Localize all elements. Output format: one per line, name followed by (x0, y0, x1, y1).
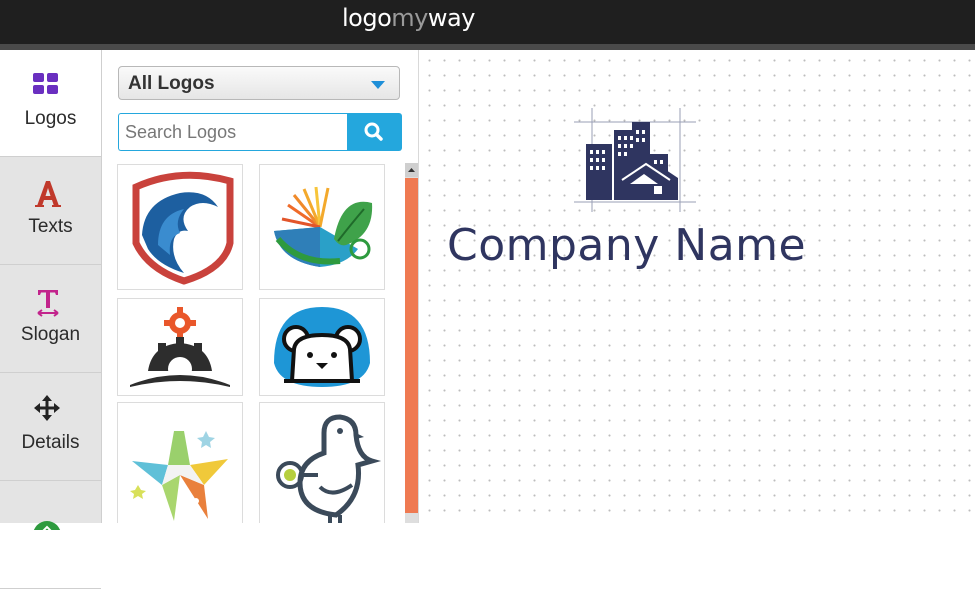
logo-thumbnail-sun-leaf[interactable] (259, 164, 385, 290)
company-name-text[interactable]: Company Name (447, 220, 806, 271)
move-arrows-icon (0, 394, 101, 422)
chevron-up-icon (408, 168, 415, 172)
category-select[interactable]: All Logos (118, 66, 400, 100)
logo-thumbnail-bear-face[interactable] (259, 298, 385, 396)
sidebar-item-label: Logos (24, 108, 77, 129)
sun-leaf-logo (274, 186, 373, 267)
sidebar-item-label: Texts (28, 216, 73, 237)
sidebar-item-more[interactable] (0, 482, 101, 589)
text-cursor-icon (0, 286, 101, 317)
logo-thumbnail-gear-sunrise[interactable] (117, 298, 243, 396)
logo-thumbnail-shield-wave[interactable] (117, 164, 243, 290)
scrollbar-thumb[interactable] (405, 178, 418, 513)
category-select-value: All Logos (128, 73, 215, 94)
search-icon (364, 122, 383, 141)
tool-sidebar: Logos Texts Slogan Details (0, 50, 102, 589)
gear-sunrise-logo (130, 307, 230, 387)
sidebar-item-details[interactable]: Details (0, 374, 101, 481)
sidebar-item-label: Slogan (20, 324, 81, 345)
sidebar-item-slogan[interactable]: Slogan (0, 266, 101, 373)
top-bar: logomyway (0, 0, 975, 44)
search-button[interactable] (347, 113, 402, 151)
chevron-down-icon (371, 81, 385, 89)
scroll-up-button[interactable] (405, 163, 418, 177)
sidebar-item-texts[interactable]: Texts (0, 158, 101, 265)
design-canvas[interactable]: Company Name (419, 50, 975, 523)
colorful-star-logo (130, 431, 228, 521)
grid-icon (0, 70, 101, 98)
sidebar-item-logos[interactable]: Logos (0, 50, 101, 157)
logo-panel: All Logos (102, 50, 419, 523)
brand-logo[interactable]: logomyway (342, 4, 475, 34)
city-buildings-logo[interactable] (574, 108, 698, 214)
colors-icon (0, 502, 101, 549)
logo-thumbnail-bird[interactable] (259, 402, 385, 523)
search-input[interactable] (118, 113, 348, 151)
bird-logo (276, 414, 382, 523)
letter-a-icon (0, 178, 101, 207)
logo-thumbnail-colorful-star[interactable] (117, 402, 243, 523)
sidebar-item-label: Details (21, 432, 80, 453)
shield-wave-logo (132, 171, 234, 285)
bear-face-logo (274, 307, 370, 387)
